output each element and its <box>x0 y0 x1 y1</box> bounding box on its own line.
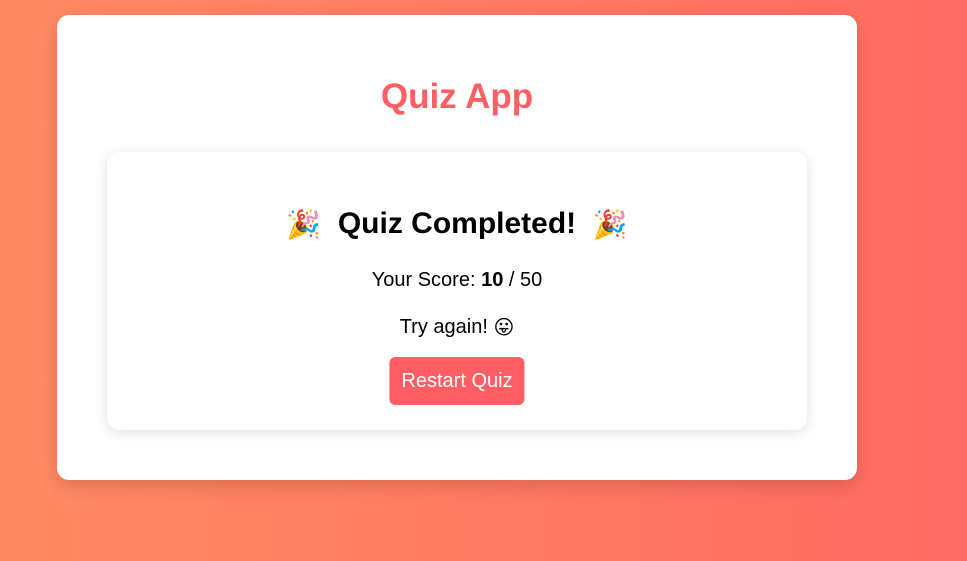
result-card: 🎉 Quiz Completed! 🎉 Your Score: 10 / 50 … <box>107 152 807 430</box>
result-heading: 🎉 Quiz Completed! 🎉 <box>107 206 807 243</box>
app-title: Quiz App <box>380 77 534 116</box>
restart-quiz-button[interactable]: Restart Quiz <box>389 357 525 405</box>
party-popper-icon: 🎉 <box>286 209 322 241</box>
score-value: 10 <box>481 269 504 291</box>
score-separator: / <box>508 269 515 291</box>
score-label: Your Score: <box>371 269 476 291</box>
feedback-text: Try again! <box>399 316 488 338</box>
tongue-face-icon: 😛 <box>493 316 515 339</box>
party-popper-icon: 🎉 <box>592 209 628 241</box>
result-heading-text: Quiz Completed! <box>337 207 577 240</box>
app-card: Quiz App 🎉 Quiz Completed! 🎉 Your Score:… <box>57 15 857 480</box>
score-line: Your Score: 10 / 50 <box>107 268 807 292</box>
feedback-line: Try again! 😛 <box>107 314 807 341</box>
score-total: 50 <box>520 269 543 291</box>
